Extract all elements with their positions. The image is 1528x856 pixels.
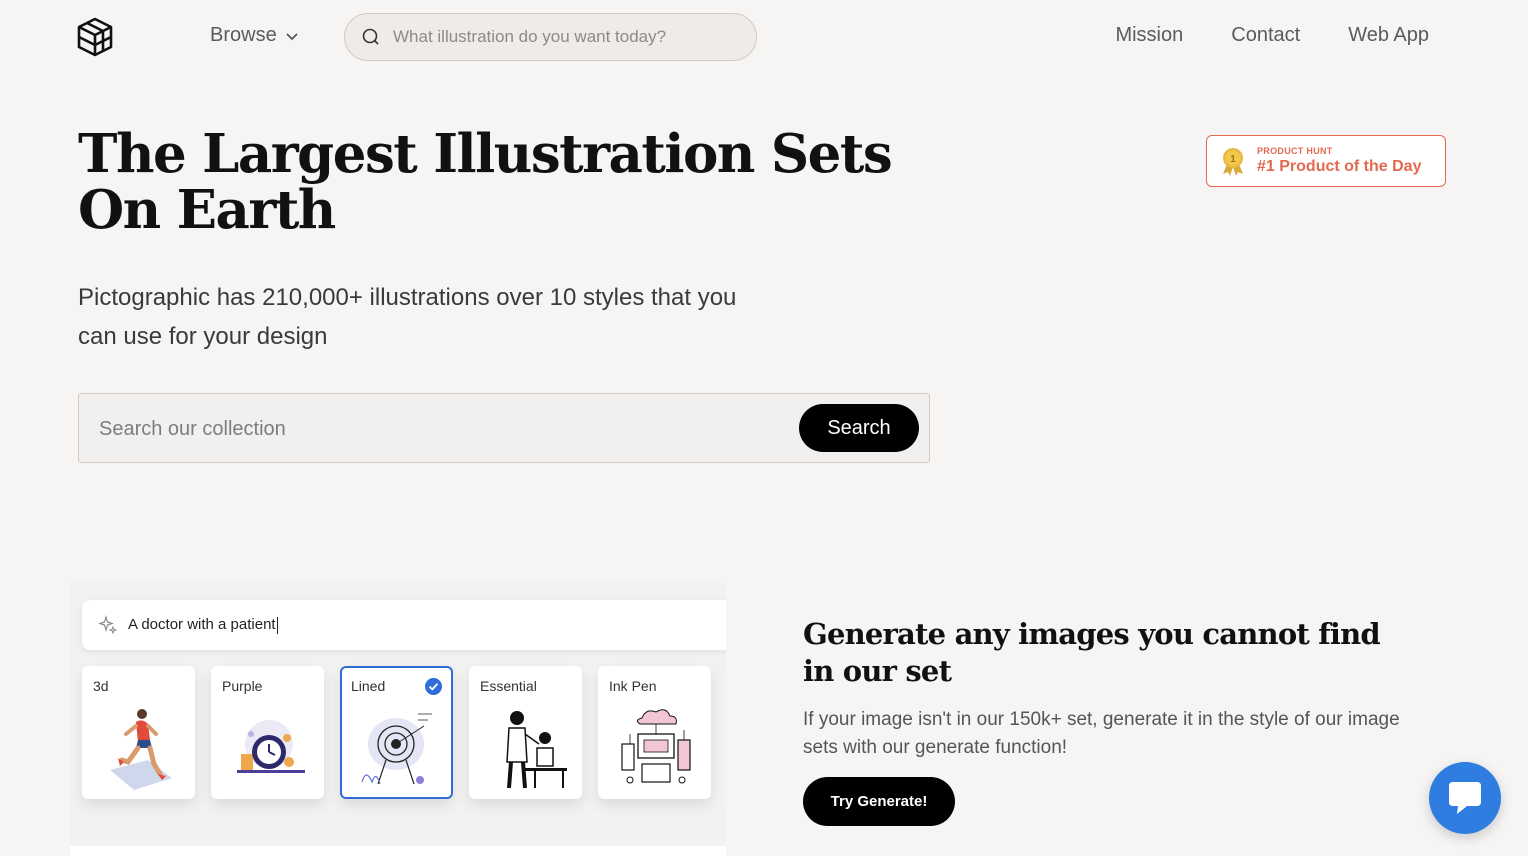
nav-link-web-app[interactable]: Web App <box>1348 24 1429 47</box>
style-card-label: Lined <box>351 678 386 694</box>
style-card-label: Ink Pen <box>609 678 657 694</box>
collection-search: Search <box>78 393 930 463</box>
browse-menu[interactable]: Browse <box>210 24 299 47</box>
medal-icon: 1 <box>1223 148 1243 176</box>
top-nav: Browse Mission Contact Web App <box>0 0 1528 76</box>
badge-big-text: #1 Product of the Day <box>1257 158 1422 175</box>
hero-subtitle: Pictographic has 210,000+ illustrations … <box>78 284 737 350</box>
style-card-essential[interactable]: Essential <box>469 666 582 799</box>
doctor-patient-illustration-icon <box>506 711 567 789</box>
generate-description: If your image isn't in our 150k+ set, ge… <box>803 709 1400 758</box>
style-card-label: Essential <box>480 678 537 694</box>
nav-search-input[interactable] <box>393 27 733 47</box>
badge-small-text: PRODUCT HUNT <box>1257 146 1333 156</box>
generate-demo-panel: A doctor with a patient 3d Purple Lined … <box>70 582 726 856</box>
style-card-3d[interactable]: 3d <box>82 666 195 799</box>
collection-search-input[interactable] <box>99 414 779 444</box>
search-icon <box>362 28 379 45</box>
sparkle-icon <box>98 615 118 635</box>
demo-prompt-field[interactable]: A doctor with a patient <box>82 600 726 650</box>
nav-link-contact[interactable]: Contact <box>1231 24 1300 47</box>
style-card-label: 3d <box>93 678 109 694</box>
browse-label: Browse <box>210 24 277 46</box>
style-card-ink-pen[interactable]: Ink Pen <box>598 666 711 799</box>
chat-widget-button[interactable] <box>1429 762 1501 834</box>
chevron-down-icon <box>286 32 298 40</box>
devices-illustration-icon <box>621 709 691 784</box>
target-illustration-icon <box>361 713 432 785</box>
check-circle-icon <box>425 678 442 695</box>
product-hunt-badge[interactable]: 1 PRODUCT HUNT #1 Product of the Day <box>1206 135 1446 187</box>
svg-text:1: 1 <box>1230 154 1236 165</box>
nav-links: Mission Contact Web App <box>1115 24 1429 47</box>
pictographic-logo-icon[interactable] <box>76 17 114 57</box>
style-card-purple[interactable]: Purple <box>211 666 324 799</box>
demo-prompt-text: A doctor with a patient <box>128 616 276 634</box>
hero-title: The Largest Illustration Sets On Earth <box>78 123 893 241</box>
style-cards: 3d Purple Lined Essential Ink Pen <box>82 666 711 799</box>
badge-text: PRODUCT HUNT #1 Product of the Day <box>1257 146 1421 176</box>
demo-panel-footer <box>70 846 726 856</box>
chat-bubble-icon <box>1449 782 1481 814</box>
runner-illustration-icon <box>110 709 172 790</box>
text-cursor <box>276 616 278 634</box>
search-button[interactable]: Search <box>799 404 919 452</box>
clock-illustration-icon <box>237 720 305 773</box>
nav-link-mission[interactable]: Mission <box>1115 24 1183 47</box>
generate-title: Generate any images you cannot find in o… <box>803 617 1381 688</box>
style-card-label: Purple <box>222 678 263 694</box>
try-generate-button[interactable]: Try Generate! <box>803 777 955 826</box>
nav-search-bar <box>344 13 757 61</box>
style-card-lined[interactable]: Lined <box>340 666 453 799</box>
